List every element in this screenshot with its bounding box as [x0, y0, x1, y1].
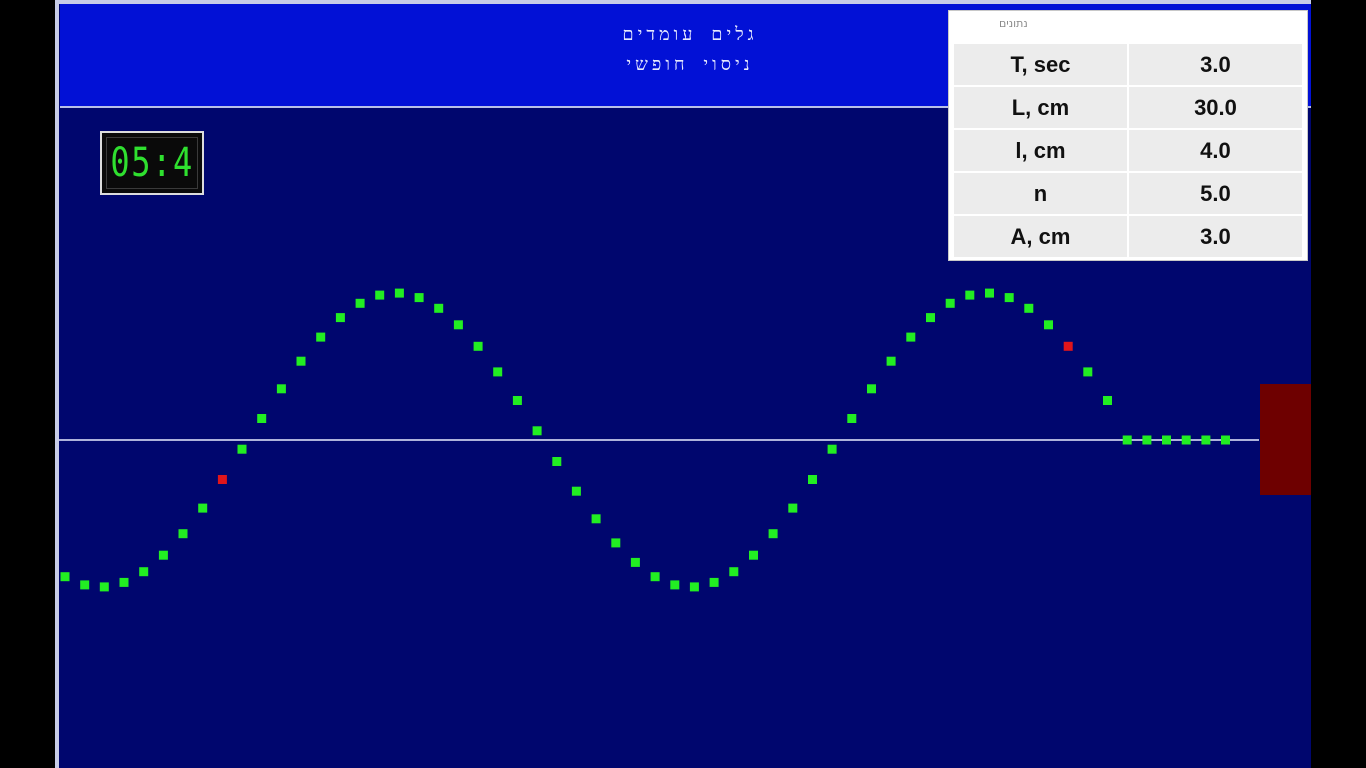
wave-particle: [1181, 435, 1191, 445]
wave-particle: [650, 572, 660, 582]
parameter-value[interactable]: 3.0: [1127, 43, 1303, 86]
parameter-value[interactable]: 5.0: [1127, 172, 1303, 215]
wave-particle: [1122, 435, 1132, 445]
wave-particle: [886, 356, 896, 366]
parameter-name: T, sec: [953, 43, 1128, 86]
parameter-value[interactable]: 3.0: [1127, 215, 1303, 258]
wave-particle: [1083, 367, 1093, 377]
parameter-value[interactable]: 30.0: [1127, 86, 1303, 129]
wave-particle: [355, 298, 365, 308]
wave-particle: [1004, 293, 1014, 303]
wave-particle: [119, 577, 129, 587]
marked-particle: [1063, 341, 1073, 351]
marked-particle: [217, 475, 227, 484]
parameter-name: l, cm: [953, 129, 1128, 172]
wave-particle: [1103, 396, 1112, 405]
wave-particle: [1044, 320, 1053, 330]
wave-particle: [788, 503, 798, 513]
wave-particle: [512, 396, 522, 405]
wave-particle: [178, 529, 188, 539]
wave-particle: [926, 313, 935, 323]
wave-particle: [296, 356, 306, 366]
parameter-row: n 5.0: [953, 172, 1303, 215]
wave-particle: [316, 332, 326, 342]
wave-particle: [80, 580, 90, 590]
wave-particle: [552, 457, 562, 466]
wave-particle: [630, 557, 640, 567]
wave-particle: [591, 514, 601, 524]
parameter-row: A, cm 3.0: [953, 215, 1303, 258]
wave-particle: [689, 582, 699, 592]
wave-particle: [749, 550, 758, 560]
wave-particle: [1142, 435, 1152, 445]
wave-particle: [1221, 435, 1230, 445]
wave-particle: [847, 414, 857, 423]
wave-particle: [1201, 435, 1211, 445]
wave-particle: [611, 538, 621, 548]
wave-particle: [434, 303, 444, 313]
wave-particle: [945, 298, 955, 308]
wave-particle: [965, 290, 975, 300]
wave-particle: [198, 503, 208, 513]
wave-particle: [906, 332, 916, 342]
parameter-name: n: [953, 172, 1128, 215]
wave-particle: [729, 567, 739, 577]
wave-particle: [1024, 303, 1034, 313]
parameter-row: l, cm 4.0: [953, 129, 1303, 172]
parameters-panel-title: נתונים: [999, 17, 1028, 30]
wave-particle: [60, 572, 70, 582]
wave-particle: [237, 444, 247, 454]
wave-particle: [571, 486, 581, 496]
parameters-table: T, sec 3.0 L, cm 30.0 l, cm 4.0 n 5.0 A, cm 3.0: [953, 43, 1303, 258]
wave-particle: [827, 444, 837, 454]
wave-particle: [394, 288, 404, 298]
wave-particle: [414, 293, 424, 303]
wave-particle: [375, 290, 385, 300]
parameters-panel: נתונים T, sec 3.0 L, cm 30.0 l, cm 4.0 n 5.0 A, …: [948, 10, 1308, 261]
wave-particle: [453, 320, 463, 330]
wave-particle: [493, 367, 503, 377]
wave-particle: [532, 426, 542, 436]
wave-source-block[interactable]: [1260, 384, 1311, 495]
parameter-name: A, cm: [953, 215, 1128, 258]
parameter-value[interactable]: 4.0: [1127, 129, 1303, 172]
wave-particle: [99, 582, 109, 592]
wave-particle: [139, 567, 149, 577]
wave-particle: [670, 580, 680, 590]
parameter-row: L, cm 30.0: [953, 86, 1303, 129]
wave-particle: [276, 384, 286, 394]
parameter-name: L, cm: [953, 86, 1128, 129]
wave-particle: [808, 475, 817, 484]
wave-particle: [985, 288, 994, 298]
wave-particle: [473, 341, 483, 351]
wave-particle: [867, 384, 876, 394]
wave-particle: [709, 577, 719, 587]
wave-particle: [768, 529, 778, 539]
wave-particle: [335, 313, 345, 323]
wave-particle: [1162, 435, 1171, 445]
wave-particle: [257, 414, 267, 423]
parameter-row: T, sec 3.0: [953, 43, 1303, 86]
simulation-stage: גלים עומדים ניסוי חופשי 05:4 נתונים T, s…: [55, 0, 1311, 768]
wave-particle: [158, 550, 168, 560]
